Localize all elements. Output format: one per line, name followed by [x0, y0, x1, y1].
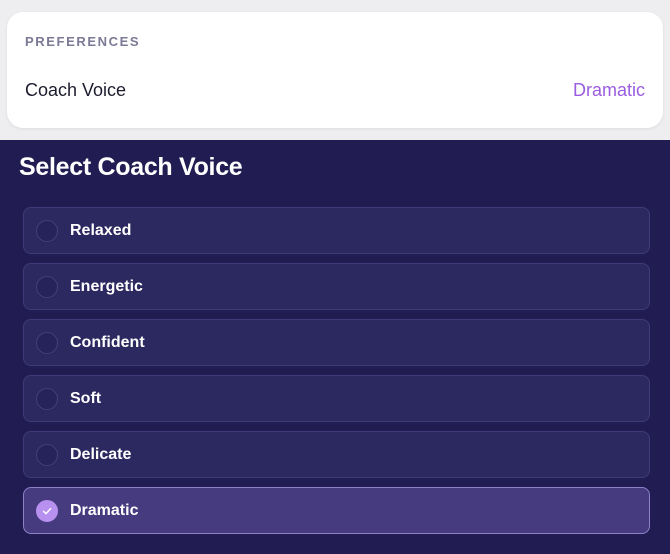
voice-option-confident[interactable]: Confident — [23, 319, 650, 366]
voice-option-label: Energetic — [70, 277, 143, 295]
voice-option-soft[interactable]: Soft — [23, 375, 650, 422]
voice-option-delicate[interactable]: Delicate — [23, 431, 650, 478]
preferences-card: PREFERENCES Coach Voice Dramatic — [7, 12, 663, 128]
preferences-heading: PREFERENCES — [25, 34, 141, 49]
radio-circle[interactable] — [36, 275, 58, 298]
voice-option-dramatic[interactable]: Dramatic — [23, 487, 650, 534]
voice-option-label: Soft — [70, 389, 102, 407]
coach-voice-sheet: Select Coach Voice Relaxed Energetic Con… — [0, 140, 670, 554]
coach-voice-row[interactable]: Coach Voice Dramatic — [7, 70, 663, 110]
coach-voice-value: Dramatic — [572, 79, 645, 100]
voice-option-label: Relaxed — [70, 221, 132, 239]
radio-circle[interactable] — [36, 443, 58, 466]
voice-options-list: Relaxed Energetic Confident Soft Delicat… — [23, 207, 650, 543]
coach-voice-label: Coach Voice — [25, 79, 127, 100]
check-icon — [42, 507, 52, 514]
radio-circle[interactable] — [36, 387, 58, 410]
radio-circle[interactable] — [36, 219, 58, 242]
voice-option-label: Dramatic — [70, 501, 139, 519]
radio-circle-selected[interactable] — [36, 499, 58, 522]
sheet-title: Select Coach Voice — [19, 153, 243, 181]
voice-option-label: Confident — [70, 333, 145, 351]
voice-option-energetic[interactable]: Energetic — [23, 263, 650, 310]
voice-option-label: Delicate — [70, 445, 132, 463]
voice-option-relaxed[interactable]: Relaxed — [23, 207, 650, 254]
radio-circle[interactable] — [36, 331, 58, 354]
